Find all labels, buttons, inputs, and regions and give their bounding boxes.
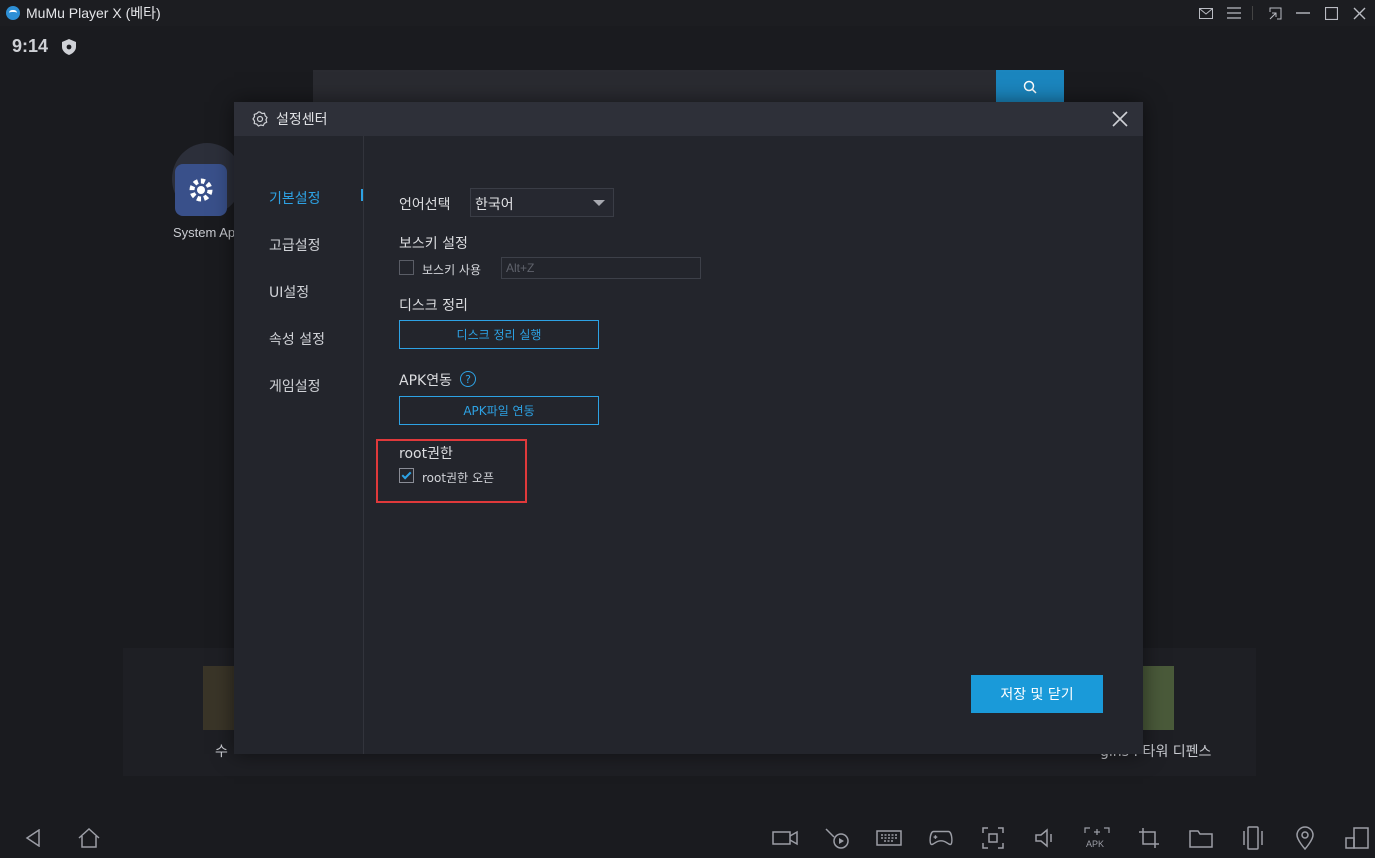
volume-icon[interactable]: [1032, 826, 1058, 850]
sidebar-item-properties[interactable]: 속성 설정: [269, 329, 325, 349]
back-icon[interactable]: [20, 826, 46, 850]
maximize-icon[interactable]: [1319, 0, 1343, 26]
svg-text:APK: APK: [1086, 839, 1104, 849]
shake-icon[interactable]: [1240, 826, 1266, 850]
settings-dialog: 설정센터 기본설정 고급설정 UI설정 속성 설정 게임설정 언어선택 한국어 …: [234, 102, 1143, 754]
bottom-toolbar: APK: [0, 818, 1375, 858]
operation-record-icon[interactable]: [824, 826, 850, 850]
game-thumbnail[interactable]: [203, 666, 237, 730]
language-label: 언어선택: [399, 197, 451, 213]
apk-link-button[interactable]: APK파일 연동: [399, 396, 599, 425]
apk-section-label: APK연동: [399, 373, 452, 389]
game-label: 수: [215, 744, 228, 760]
disk-cleanup-button[interactable]: 디스크 정리 실행: [399, 320, 599, 349]
search-bar[interactable]: [313, 70, 1064, 104]
minimize-icon[interactable]: [1291, 0, 1315, 26]
help-icon[interactable]: ?: [460, 371, 476, 387]
window-titlebar: MuMu Player X (베타): [0, 0, 1375, 26]
app-title: MuMu Player X (베타): [26, 5, 161, 21]
sidebar-item-basic[interactable]: 기본설정: [269, 188, 321, 208]
search-icon: [1023, 80, 1037, 94]
divider: [1252, 6, 1253, 20]
settings-gear-icon: [252, 111, 268, 127]
window-controls: [1190, 0, 1375, 26]
mumu-logo-icon: [6, 6, 20, 20]
search-button[interactable]: [996, 70, 1064, 104]
hotkey-checkbox[interactable]: [399, 260, 414, 275]
crop-icon[interactable]: [1136, 826, 1162, 850]
dialog-title: 설정센터: [276, 112, 328, 128]
gear-icon: [175, 164, 227, 216]
close-icon[interactable]: [1111, 110, 1129, 128]
hotkey-input[interactable]: Alt+Z: [501, 257, 701, 279]
hotkey-section-label: 보스키 설정: [399, 236, 468, 252]
language-select[interactable]: 한국어: [470, 188, 614, 217]
sidebar-item-game[interactable]: 게임설정: [269, 376, 321, 396]
multi-window-icon[interactable]: [1344, 826, 1370, 850]
app-label: System Ap: [173, 225, 236, 240]
home-icon[interactable]: [76, 826, 102, 850]
gamepad-icon[interactable]: [928, 826, 954, 850]
shrink-icon[interactable]: [1263, 0, 1287, 26]
status-time: 9:14: [12, 36, 49, 56]
chevron-down-icon: [593, 200, 605, 206]
record-icon[interactable]: [772, 826, 798, 850]
game-thumbnail[interactable]: [1140, 666, 1174, 730]
active-indicator: [361, 189, 363, 201]
screenshot-icon[interactable]: [980, 826, 1006, 850]
mail-icon[interactable]: [1194, 0, 1218, 26]
settings-sidebar: 기본설정 고급설정 UI설정 속성 설정 게임설정: [234, 136, 364, 754]
language-value: 한국어: [475, 197, 514, 213]
highlight-box: [376, 439, 527, 503]
sidebar-item-advanced[interactable]: 고급설정: [269, 235, 321, 255]
apk-install-icon[interactable]: APK: [1084, 826, 1110, 850]
keyboard-icon[interactable]: [876, 826, 902, 850]
system-apps-icon[interactable]: [172, 143, 242, 216]
menu-icon[interactable]: [1222, 0, 1246, 26]
close-icon[interactable]: [1347, 0, 1371, 26]
folder-icon[interactable]: [1188, 826, 1214, 850]
sidebar-item-ui[interactable]: UI설정: [269, 282, 309, 302]
hotkey-checkbox-label: 보스키 사용: [422, 263, 482, 277]
disk-section-label: 디스크 정리: [399, 298, 468, 314]
shield-icon: [62, 39, 76, 55]
location-icon[interactable]: [1292, 826, 1318, 850]
save-and-close-button[interactable]: 저장 및 닫기: [971, 675, 1103, 713]
dialog-header: 설정센터: [234, 102, 1143, 136]
